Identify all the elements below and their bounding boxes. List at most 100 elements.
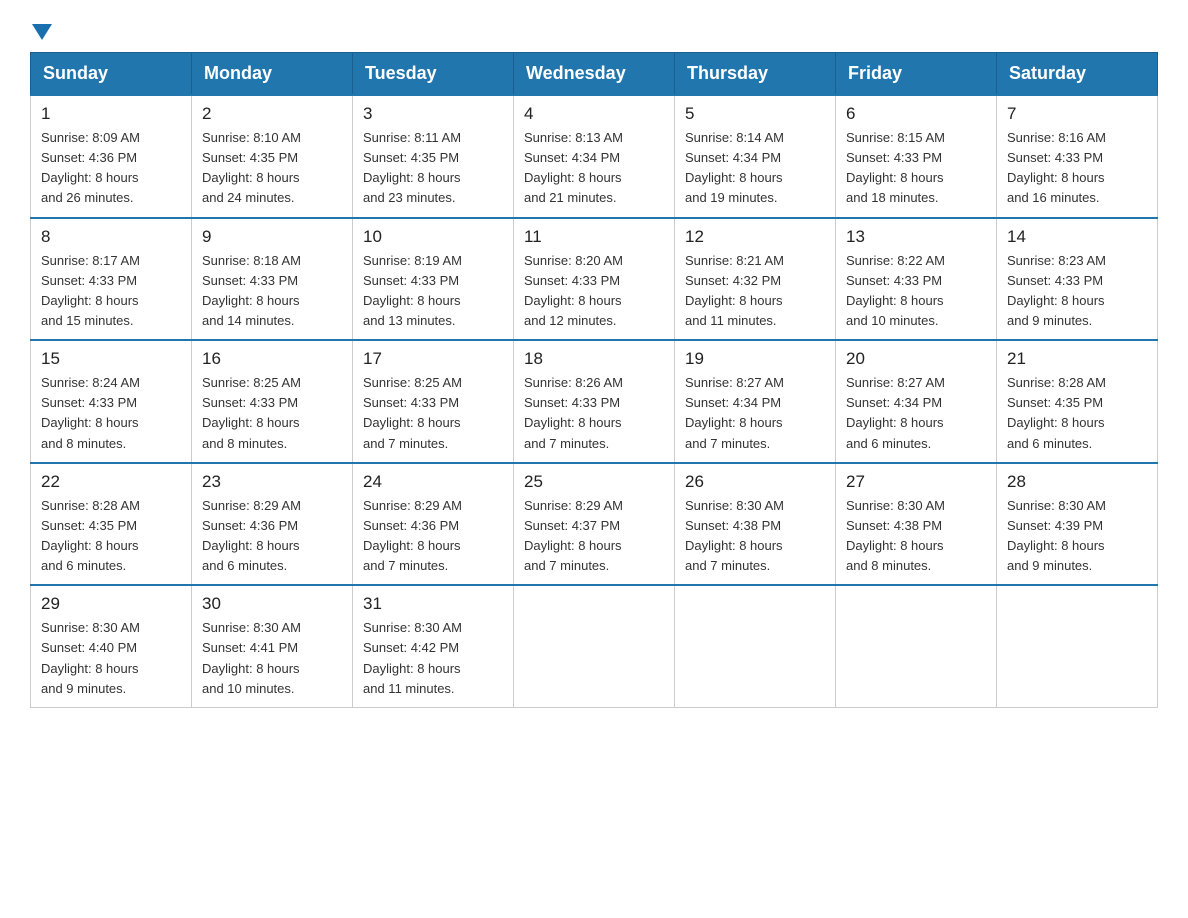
day-info: Sunrise: 8:30 AMSunset: 4:41 PMDaylight:… bbox=[202, 618, 342, 699]
day-info: Sunrise: 8:30 AMSunset: 4:38 PMDaylight:… bbox=[685, 496, 825, 577]
day-info: Sunrise: 8:28 AMSunset: 4:35 PMDaylight:… bbox=[41, 496, 181, 577]
day-info: Sunrise: 8:30 AMSunset: 4:42 PMDaylight:… bbox=[363, 618, 503, 699]
day-info: Sunrise: 8:11 AMSunset: 4:35 PMDaylight:… bbox=[363, 128, 503, 209]
day-info: Sunrise: 8:29 AMSunset: 4:37 PMDaylight:… bbox=[524, 496, 664, 577]
day-number: 29 bbox=[41, 594, 181, 614]
day-number: 6 bbox=[846, 104, 986, 124]
day-cell-20: 20 Sunrise: 8:27 AMSunset: 4:34 PMDayligh… bbox=[836, 340, 997, 463]
day-cell-1: 1Sunrise: 8:09 AMSunset: 4:36 PMDaylight… bbox=[31, 95, 192, 218]
empty-cell bbox=[836, 585, 997, 707]
day-number: 22 bbox=[41, 472, 181, 492]
day-cell-4: 4 Sunrise: 8:13 AMSunset: 4:34 PMDaylight… bbox=[514, 95, 675, 218]
header-row: SundayMondayTuesdayWednesdayThursdayFrid… bbox=[31, 53, 1158, 96]
day-cell-15: 15Sunrise: 8:24 AMSunset: 4:33 PMDayligh… bbox=[31, 340, 192, 463]
day-info: Sunrise: 8:25 AMSunset: 4:33 PMDaylight:… bbox=[363, 373, 503, 454]
header-tuesday: Tuesday bbox=[353, 53, 514, 96]
day-number: 2 bbox=[202, 104, 342, 124]
day-number: 1 bbox=[41, 104, 181, 124]
day-cell-24: 24 Sunrise: 8:29 AMSunset: 4:36 PMDayligh… bbox=[353, 463, 514, 586]
day-number: 12 bbox=[685, 227, 825, 247]
day-number: 20 bbox=[846, 349, 986, 369]
day-info: Sunrise: 8:29 AMSunset: 4:36 PMDaylight:… bbox=[363, 496, 503, 577]
day-info: Sunrise: 8:20 AMSunset: 4:33 PMDaylight:… bbox=[524, 251, 664, 332]
day-number: 30 bbox=[202, 594, 342, 614]
day-cell-3: 3 Sunrise: 8:11 AMSunset: 4:35 PMDaylight… bbox=[353, 95, 514, 218]
week-row-3: 15Sunrise: 8:24 AMSunset: 4:33 PMDayligh… bbox=[31, 340, 1158, 463]
day-info: Sunrise: 8:27 AMSunset: 4:34 PMDaylight:… bbox=[685, 373, 825, 454]
logo bbox=[30, 20, 52, 42]
day-cell-8: 8 Sunrise: 8:17 AMSunset: 4:33 PMDaylight… bbox=[31, 218, 192, 341]
empty-cell bbox=[675, 585, 836, 707]
day-info: Sunrise: 8:30 AMSunset: 4:38 PMDaylight:… bbox=[846, 496, 986, 577]
day-cell-13: 13 Sunrise: 8:22 AMSunset: 4:33 PMDayligh… bbox=[836, 218, 997, 341]
day-cell-10: 10 Sunrise: 8:19 AMSunset: 4:33 PMDayligh… bbox=[353, 218, 514, 341]
day-info: Sunrise: 8:21 AMSunset: 4:32 PMDaylight:… bbox=[685, 251, 825, 332]
day-info: Sunrise: 8:17 AMSunset: 4:33 PMDaylight:… bbox=[41, 251, 181, 332]
day-info: Sunrise: 8:25 AMSunset: 4:33 PMDaylight:… bbox=[202, 373, 342, 454]
day-number: 17 bbox=[363, 349, 503, 369]
day-number: 18 bbox=[524, 349, 664, 369]
header-saturday: Saturday bbox=[997, 53, 1158, 96]
day-number: 8 bbox=[41, 227, 181, 247]
day-cell-14: 14 Sunrise: 8:23 AMSunset: 4:33 PMDayligh… bbox=[997, 218, 1158, 341]
logo-triangle-icon bbox=[32, 22, 52, 42]
day-number: 27 bbox=[846, 472, 986, 492]
day-cell-25: 25 Sunrise: 8:29 AMSunset: 4:37 PMDayligh… bbox=[514, 463, 675, 586]
day-info: Sunrise: 8:22 AMSunset: 4:33 PMDaylight:… bbox=[846, 251, 986, 332]
day-cell-29: 29Sunrise: 8:30 AMSunset: 4:40 PMDayligh… bbox=[31, 585, 192, 707]
day-info: Sunrise: 8:23 AMSunset: 4:33 PMDaylight:… bbox=[1007, 251, 1147, 332]
day-cell-12: 12 Sunrise: 8:21 AMSunset: 4:32 PMDayligh… bbox=[675, 218, 836, 341]
day-number: 5 bbox=[685, 104, 825, 124]
day-cell-27: 27 Sunrise: 8:30 AMSunset: 4:38 PMDayligh… bbox=[836, 463, 997, 586]
header-friday: Friday bbox=[836, 53, 997, 96]
day-number: 24 bbox=[363, 472, 503, 492]
calendar-table: SundayMondayTuesdayWednesdayThursdayFrid… bbox=[30, 52, 1158, 708]
day-info: Sunrise: 8:28 AMSunset: 4:35 PMDaylight:… bbox=[1007, 373, 1147, 454]
day-number: 10 bbox=[363, 227, 503, 247]
day-number: 3 bbox=[363, 104, 503, 124]
day-cell-23: 23 Sunrise: 8:29 AMSunset: 4:36 PMDayligh… bbox=[192, 463, 353, 586]
day-number: 23 bbox=[202, 472, 342, 492]
day-info: Sunrise: 8:19 AMSunset: 4:33 PMDaylight:… bbox=[363, 251, 503, 332]
day-number: 9 bbox=[202, 227, 342, 247]
day-info: Sunrise: 8:15 AMSunset: 4:33 PMDaylight:… bbox=[846, 128, 986, 209]
day-cell-16: 16 Sunrise: 8:25 AMSunset: 4:33 PMDayligh… bbox=[192, 340, 353, 463]
day-cell-18: 18 Sunrise: 8:26 AMSunset: 4:33 PMDayligh… bbox=[514, 340, 675, 463]
day-cell-22: 22 Sunrise: 8:28 AMSunset: 4:35 PMDayligh… bbox=[31, 463, 192, 586]
day-number: 4 bbox=[524, 104, 664, 124]
day-number: 7 bbox=[1007, 104, 1147, 124]
empty-cell bbox=[997, 585, 1158, 707]
header-wednesday: Wednesday bbox=[514, 53, 675, 96]
page-header bbox=[30, 20, 1158, 42]
day-number: 11 bbox=[524, 227, 664, 247]
day-cell-6: 6 Sunrise: 8:15 AMSunset: 4:33 PMDaylight… bbox=[836, 95, 997, 218]
day-number: 15 bbox=[41, 349, 181, 369]
week-row-1: 1Sunrise: 8:09 AMSunset: 4:36 PMDaylight… bbox=[31, 95, 1158, 218]
day-info: Sunrise: 8:27 AMSunset: 4:34 PMDaylight:… bbox=[846, 373, 986, 454]
day-cell-7: 7 Sunrise: 8:16 AMSunset: 4:33 PMDaylight… bbox=[997, 95, 1158, 218]
day-cell-30: 30 Sunrise: 8:30 AMSunset: 4:41 PMDayligh… bbox=[192, 585, 353, 707]
day-info: Sunrise: 8:14 AMSunset: 4:34 PMDaylight:… bbox=[685, 128, 825, 209]
day-number: 25 bbox=[524, 472, 664, 492]
day-cell-2: 2 Sunrise: 8:10 AMSunset: 4:35 PMDaylight… bbox=[192, 95, 353, 218]
day-number: 13 bbox=[846, 227, 986, 247]
day-cell-19: 19Sunrise: 8:27 AMSunset: 4:34 PMDayligh… bbox=[675, 340, 836, 463]
day-info: Sunrise: 8:10 AMSunset: 4:35 PMDaylight:… bbox=[202, 128, 342, 209]
week-row-2: 8 Sunrise: 8:17 AMSunset: 4:33 PMDaylight… bbox=[31, 218, 1158, 341]
day-number: 26 bbox=[685, 472, 825, 492]
day-cell-31: 31 Sunrise: 8:30 AMSunset: 4:42 PMDayligh… bbox=[353, 585, 514, 707]
day-number: 31 bbox=[363, 594, 503, 614]
day-number: 16 bbox=[202, 349, 342, 369]
day-info: Sunrise: 8:18 AMSunset: 4:33 PMDaylight:… bbox=[202, 251, 342, 332]
day-number: 14 bbox=[1007, 227, 1147, 247]
day-number: 21 bbox=[1007, 349, 1147, 369]
day-info: Sunrise: 8:29 AMSunset: 4:36 PMDaylight:… bbox=[202, 496, 342, 577]
day-info: Sunrise: 8:26 AMSunset: 4:33 PMDaylight:… bbox=[524, 373, 664, 454]
day-cell-28: 28Sunrise: 8:30 AMSunset: 4:39 PMDayligh… bbox=[997, 463, 1158, 586]
header-sunday: Sunday bbox=[31, 53, 192, 96]
day-cell-11: 11 Sunrise: 8:20 AMSunset: 4:33 PMDayligh… bbox=[514, 218, 675, 341]
week-row-5: 29Sunrise: 8:30 AMSunset: 4:40 PMDayligh… bbox=[31, 585, 1158, 707]
day-info: Sunrise: 8:13 AMSunset: 4:34 PMDaylight:… bbox=[524, 128, 664, 209]
day-number: 28 bbox=[1007, 472, 1147, 492]
day-info: Sunrise: 8:16 AMSunset: 4:33 PMDaylight:… bbox=[1007, 128, 1147, 209]
